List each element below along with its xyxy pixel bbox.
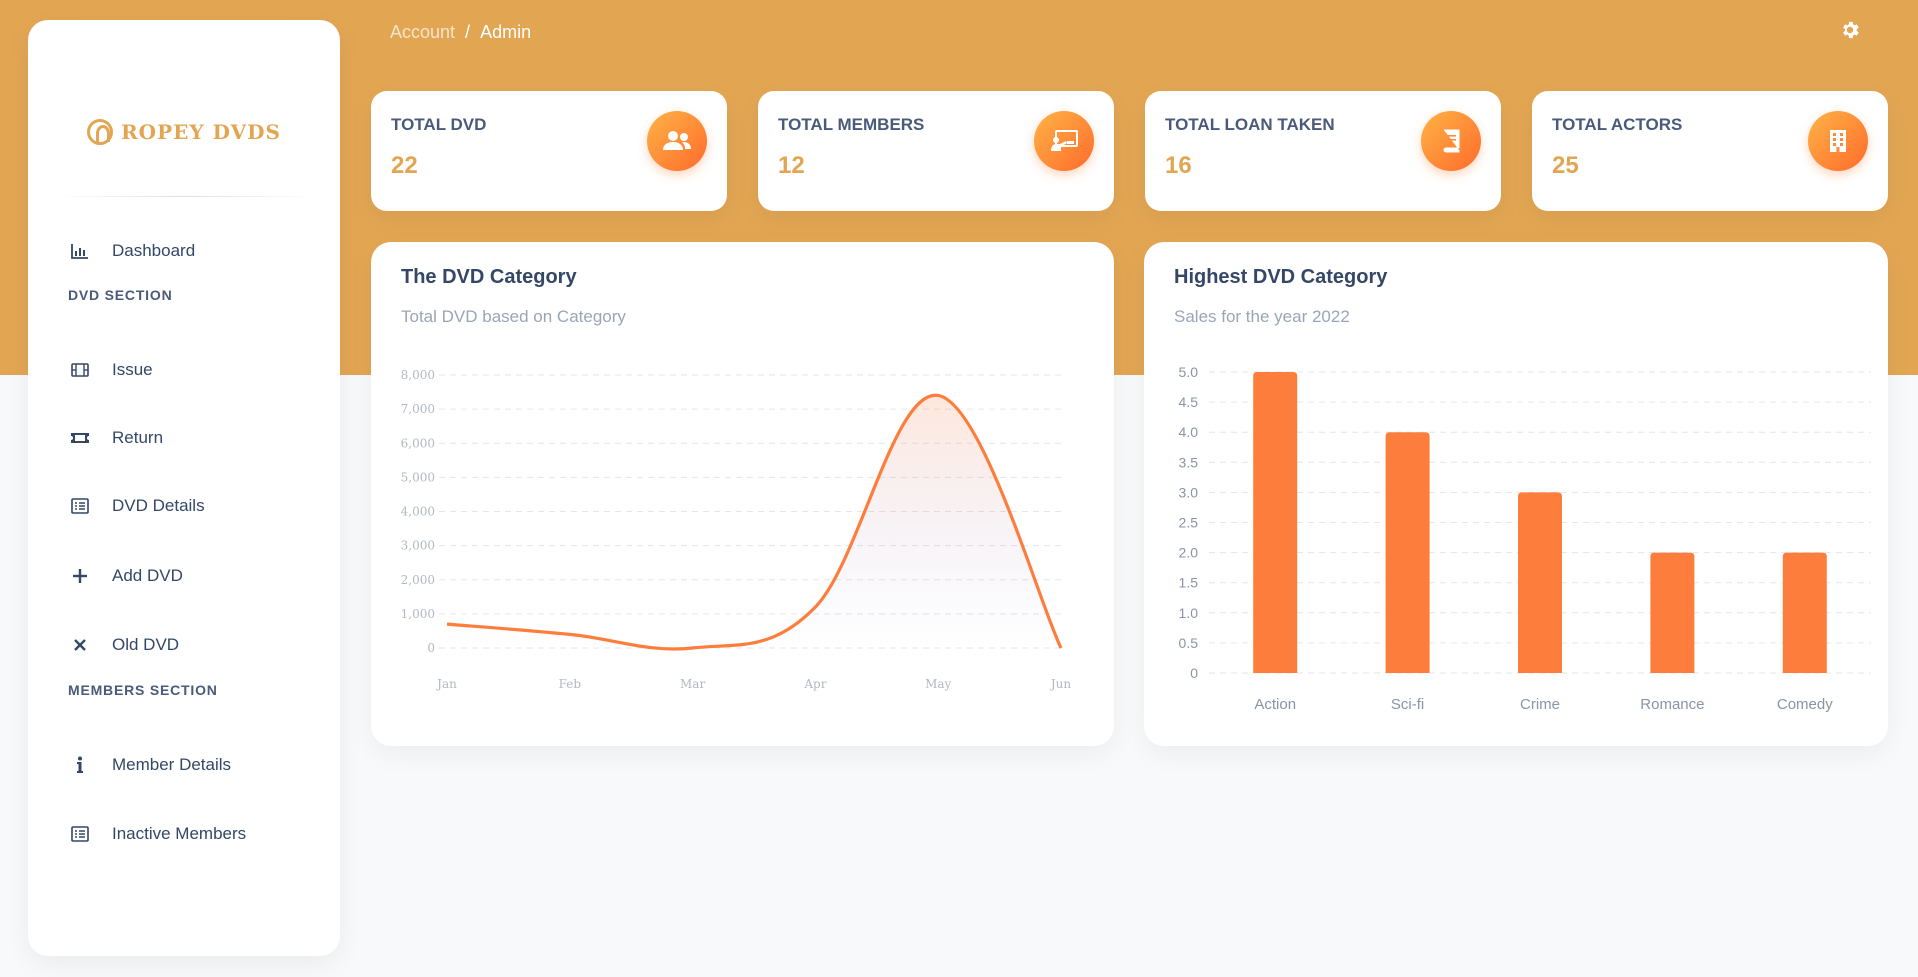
sidebar-item-label: Add DVD [112, 566, 183, 585]
info-icon [68, 753, 92, 777]
x-tick-label: Mar [680, 677, 705, 691]
breadcrumb-current: Admin [480, 22, 532, 42]
chart-bar-icon [68, 239, 92, 263]
sidebar-item-label: DVD Details [112, 496, 205, 515]
y-tick-label: 1.0 [1179, 605, 1199, 621]
x-tick-label: Jun [1049, 677, 1072, 691]
list-icon [68, 494, 92, 518]
sidebar-item-dashboard[interactable]: Dashboard [68, 231, 328, 271]
x-tick-label: May [925, 677, 951, 691]
x-tick-label: Sci-fi [1391, 696, 1424, 713]
y-tick-label: 3.0 [1179, 484, 1199, 500]
list-icon [68, 822, 92, 846]
users-icon [647, 111, 707, 171]
ticket-icon [68, 426, 92, 450]
sidebar: ROPEY DVDS Dashboard DVD SECTION Issue R… [28, 20, 340, 956]
stat-card-total-loan: TOTAL LOAN TAKEN 16 [1145, 91, 1501, 211]
breadcrumb-account[interactable]: Account [390, 22, 455, 43]
sidebar-item-dvd-details[interactable]: DVD Details [68, 486, 328, 526]
sidebar-item-label: Inactive Members [112, 824, 247, 843]
x-tick-label: Jan [435, 677, 457, 691]
stat-title: TOTAL LOAN TAKEN [1165, 115, 1335, 134]
sidebar-section-members: MEMBERS SECTION [68, 682, 218, 698]
y-tick-label: 1.5 [1179, 575, 1199, 591]
film-icon [68, 358, 92, 382]
bar [1782, 552, 1827, 673]
stat-card-total-dvd: TOTAL DVD 22 [371, 91, 727, 211]
stat-value: 22 [391, 152, 418, 179]
stat-value: 16 [1165, 152, 1192, 179]
y-tick-label: 5.0 [1179, 364, 1199, 380]
building-icon [1808, 111, 1868, 171]
stat-value: 12 [778, 152, 805, 179]
dvd-category-chart-card: The DVD Category Total DVD based on Cate… [371, 242, 1114, 746]
sidebar-item-old-dvd[interactable]: Old DVD [68, 625, 328, 665]
y-tick-label: 0 [427, 641, 435, 655]
x-tick-label: Comedy [1777, 696, 1833, 713]
y-tick-label: 2.5 [1179, 515, 1199, 531]
y-tick-label: 5,000 [401, 470, 435, 484]
line-chart: 0 1,000 2,000 3,000 4,000 5,000 6,000 7,000 8,00… [401, 368, 1072, 691]
highest-dvd-category-chart-card: Highest DVD Category Sales for the year … [1144, 242, 1888, 746]
bar-chart: 0 0.5 1.0 1.5 2.0 2.5 3.0 3.5 4.0 4.5 5.0 Action Sci… [1179, 364, 1871, 713]
x-tick-label: Apr [803, 677, 826, 691]
sidebar-item-label: Old DVD [112, 635, 180, 654]
sidebar-section-dvd: DVD SECTION [68, 287, 173, 303]
bar [1385, 432, 1430, 673]
breadcrumb: Account / Admin [390, 22, 531, 43]
brand[interactable]: ROPEY DVDS [28, 112, 340, 152]
sidebar-item-label: Issue [112, 360, 153, 379]
stat-card-total-members: TOTAL MEMBERS 12 [758, 91, 1114, 211]
bar [1253, 372, 1298, 673]
x-tick-label: Feb [559, 677, 582, 691]
sidebar-item-label: Return [112, 428, 164, 447]
sidebar-item-add-dvd[interactable]: Add DVD [68, 556, 328, 596]
bar [1650, 552, 1695, 673]
y-tick-label: 0 [1190, 665, 1198, 681]
plus-icon [68, 564, 92, 588]
divider [52, 196, 316, 197]
breadcrumb-separator: / [465, 22, 471, 42]
stat-value: 25 [1552, 152, 1579, 179]
x-tick-label: Action [1254, 696, 1296, 713]
y-tick-label: 2.0 [1179, 545, 1199, 561]
presentation-icon [1034, 111, 1094, 171]
y-tick-label: 2,000 [401, 573, 435, 587]
stat-title: TOTAL ACTORS [1552, 115, 1683, 134]
y-tick-label: 3,000 [401, 539, 435, 553]
sidebar-item-issue[interactable]: Issue [68, 350, 328, 390]
close-icon [68, 633, 92, 657]
sidebar-item-return[interactable]: Return [68, 418, 328, 458]
area-fill [447, 395, 1061, 650]
y-tick-label: 1,000 [401, 607, 435, 621]
x-tick-label: Crime [1520, 696, 1560, 713]
brand-name: ROPEY DVDS [121, 120, 281, 144]
sidebar-item-label: Dashboard [112, 241, 196, 260]
y-tick-label: 4.5 [1179, 394, 1199, 410]
logo-icon [87, 119, 114, 145]
stat-title: TOTAL MEMBERS [778, 115, 925, 134]
y-tick-label: 3.5 [1179, 454, 1199, 470]
bar [1518, 492, 1562, 673]
book-icon [1421, 111, 1481, 171]
y-tick-label: 8,000 [401, 368, 435, 382]
stat-card-total-actors: TOTAL ACTORS 25 [1532, 91, 1888, 211]
y-tick-label: 0.5 [1179, 635, 1199, 651]
y-tick-label: 7,000 [401, 402, 435, 416]
sidebar-item-inactive-members[interactable]: Inactive Members [68, 814, 328, 854]
y-tick-label: 4.0 [1179, 424, 1199, 440]
x-tick-label: Romance [1640, 696, 1704, 713]
sidebar-item-member-details[interactable]: Member Details [68, 745, 328, 785]
y-tick-label: 6,000 [401, 436, 435, 450]
sidebar-item-label: Member Details [112, 755, 232, 774]
gear-icon[interactable] [1839, 19, 1861, 41]
y-tick-label: 4,000 [401, 505, 435, 519]
stat-title: TOTAL DVD [391, 115, 487, 134]
